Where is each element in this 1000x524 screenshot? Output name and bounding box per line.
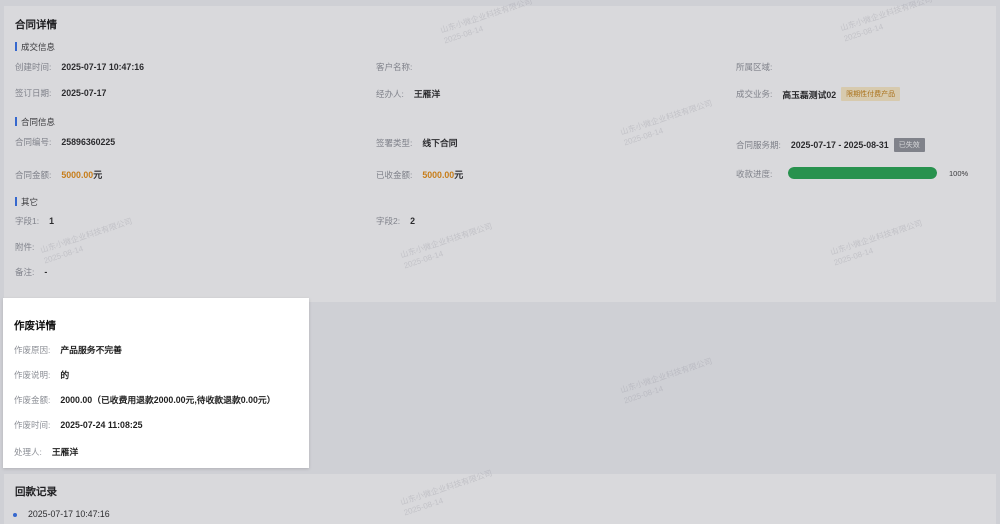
void-time-label: 作废时间: (14, 420, 51, 430)
void-detail-title: 作废详情 (14, 320, 56, 332)
void-detail-modal: 作废详情 作废原因: 产品服务不完善 作废说明: 的 作废金额: 2000.00… (3, 298, 309, 468)
page-background: 合同详情 成交信息 创建时间: 2025-07-17 10:47:16 客户名称… (0, 0, 1000, 524)
void-time-field: 作废时间: 2025-07-24 11:08:25 (14, 419, 143, 431)
void-reason-label: 作废原因: (14, 344, 51, 355)
void-amount-field: 作废金额: 2000.00（已收费用退款2000.00元,待收款退款0.00元） (14, 393, 276, 406)
void-reason-value: 产品服务不完善 (60, 345, 122, 355)
void-handler-field: 处理人: 王雁洋 (14, 445, 78, 458)
void-description-value: 的 (60, 370, 70, 380)
void-amount-label: 作废金额: (14, 394, 51, 405)
void-description-label: 作废说明: (14, 369, 51, 380)
void-description-field: 作废说明: 的 (14, 368, 69, 381)
void-amount-value: 2000.00（已收费用退款2000.00元,待收款退款0.00元） (60, 395, 276, 405)
void-handler-value: 王雁洋 (51, 447, 79, 457)
void-reason-field: 作废原因: 产品服务不完善 (14, 343, 122, 356)
void-time-value: 2025-07-24 11:08:25 (60, 420, 143, 430)
void-handler-label: 处理人: (14, 446, 42, 457)
